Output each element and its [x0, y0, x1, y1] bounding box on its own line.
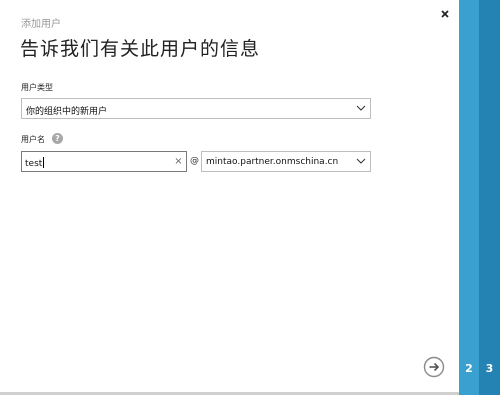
add-user-dialog: 添加用户 告诉我们有关此用户的信息 用户类型 你的组织中的新用户 用户名 ? t… [0, 0, 459, 392]
help-icon[interactable]: ? [52, 133, 63, 144]
wizard-step-2[interactable]: 2 [459, 0, 479, 395]
user-name-input[interactable]: test × [21, 151, 187, 172]
wizard-step-3[interactable]: 3 [479, 0, 500, 395]
text-caret [43, 157, 45, 168]
user-type-selected-value: 你的组织中的新用户 [26, 107, 108, 117]
dialog-subtitle: 添加用户 [21, 19, 61, 30]
at-sign: @ [190, 156, 199, 166]
step-number: 3 [485, 362, 494, 375]
user-name-input-value-wrap: test [25, 157, 45, 169]
user-name-value: test [25, 159, 43, 169]
user-type-select[interactable]: 你的组织中的新用户 [21, 98, 371, 119]
next-button[interactable] [423, 356, 445, 378]
chevron-down-icon [356, 105, 366, 111]
close-button[interactable] [438, 6, 452, 20]
user-name-label: 用户名 [21, 135, 45, 144]
step-number: 2 [465, 362, 473, 375]
page-title: 告诉我们有关此用户的信息 [20, 38, 261, 60]
arrow-right-circle-icon [423, 356, 445, 378]
clear-input-button[interactable]: × [174, 156, 183, 167]
domain-select[interactable]: mintao.partner.onmschina.cn [201, 151, 371, 172]
close-icon [441, 10, 449, 18]
chevron-down-icon [356, 158, 366, 164]
wizard-steps-panel: 2 3 [459, 0, 500, 395]
domain-selected-value: mintao.partner.onmschina.cn [206, 157, 339, 167]
user-type-label: 用户类型 [21, 83, 53, 92]
